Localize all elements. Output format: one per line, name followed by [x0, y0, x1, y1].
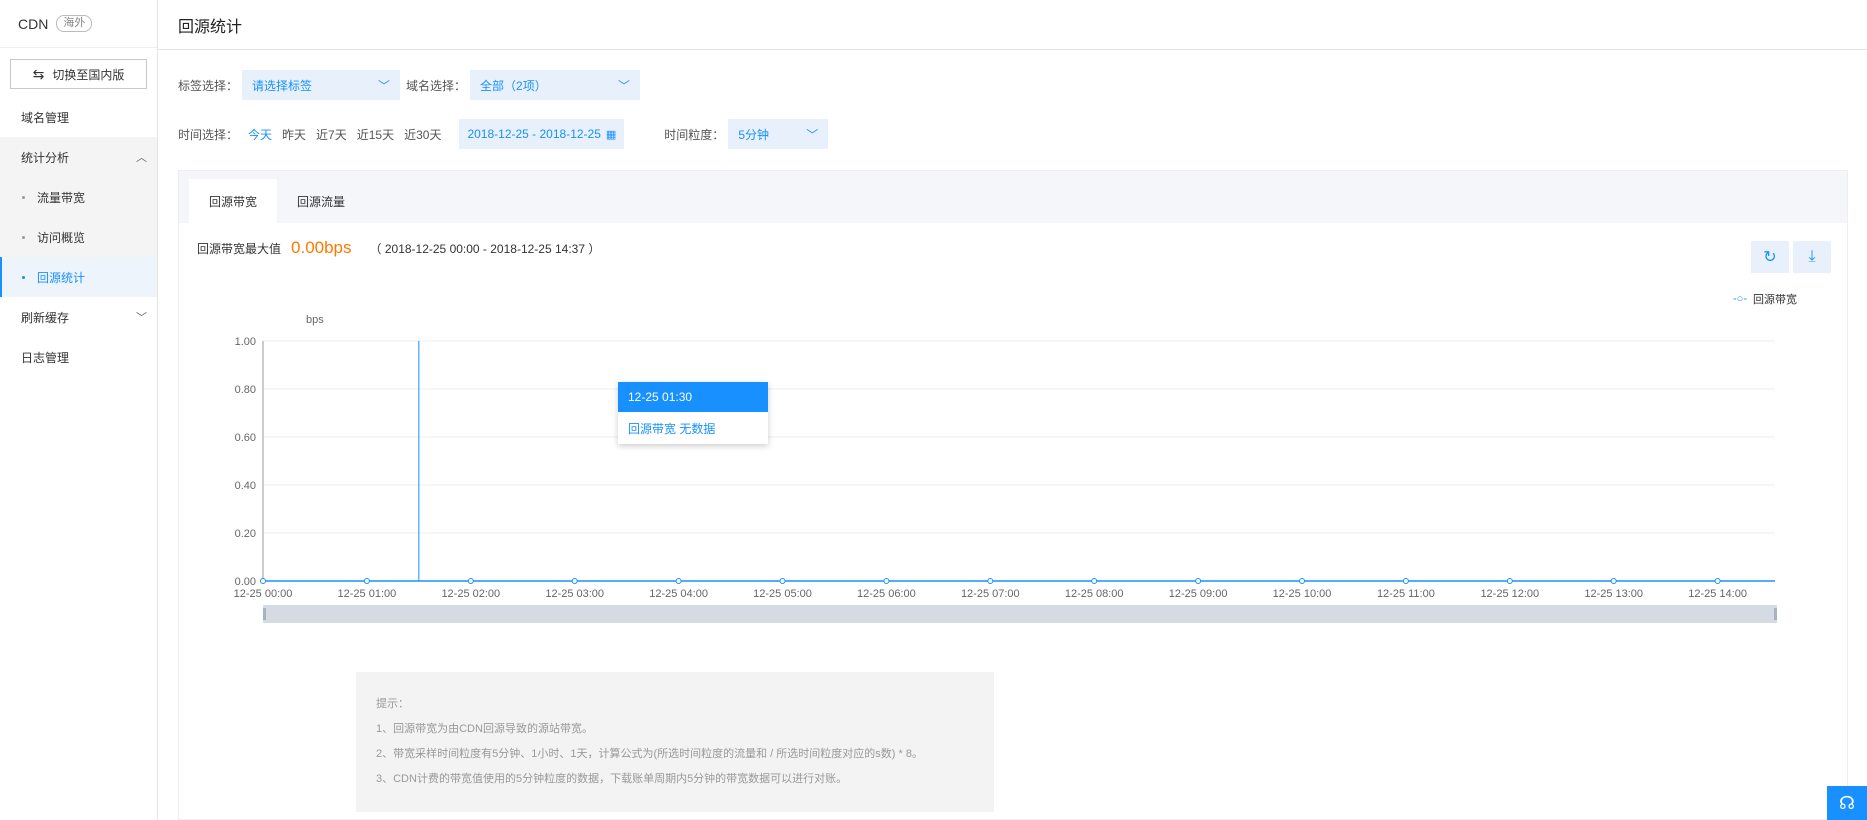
- x-tick-label: 12-25 14:00: [1688, 588, 1747, 600]
- x-tick-label: 12-25 03:00: [545, 588, 604, 600]
- chevron-down-icon: ﹀: [136, 312, 147, 324]
- sidebar-item-access-overview[interactable]: 访问概览: [0, 217, 157, 257]
- sidebar-item-statistics[interactable]: 统计分析 ︿: [0, 137, 157, 177]
- y-tick-label: 0.00: [235, 576, 256, 588]
- sidebar-item-traffic-bandwidth[interactable]: 流量带宽: [0, 177, 157, 217]
- sidebar: CDN 海外 ⇆ 切换至国内版 域名管理 统计分析 ︿ 流量带宽 访问概览 回源…: [0, 0, 158, 820]
- x-tick-label: 12-25 01:00: [338, 588, 397, 600]
- sidebar-item-refresh-cache[interactable]: 刷新缓存 ﹀: [0, 297, 157, 337]
- tips-line: 1、回源带宽为由CDN回源导致的源站带宽。: [376, 723, 593, 735]
- tips-line: 3、CDN计费的带宽值使用的5分钟粒度的数据，下载账单周期内5分钟的带宽数据可以…: [376, 773, 848, 785]
- data-point: [987, 578, 994, 584]
- y-tick-label: 0.40: [235, 480, 256, 492]
- x-tick-label: 12-25 11:00: [1377, 588, 1435, 600]
- range-slider-handle-left: [263, 608, 266, 620]
- tooltip-text: 回源带宽 无数据: [628, 421, 716, 436]
- x-tick-label: 12-25 02:00: [441, 588, 500, 600]
- data-point: [1506, 578, 1513, 584]
- brand: CDN 海外: [0, 0, 157, 48]
- data-point: [779, 578, 786, 584]
- sidebar-item-label: 域名管理: [21, 110, 70, 125]
- tips-box: 提示： 1、回源带宽为由CDN回源导致的源站带宽。 2、带宽采样时间粒度有5分钟…: [356, 672, 994, 812]
- sidebar-item-label: 回源统计: [37, 270, 86, 285]
- bullet-icon: [22, 235, 25, 239]
- data-point: [571, 578, 578, 584]
- data-point: [260, 578, 266, 584]
- data-point: [1091, 578, 1098, 584]
- switch-region-button[interactable]: ⇆ 切换至国内版: [10, 59, 147, 89]
- bullet-icon: [22, 275, 25, 279]
- sidebar-group-statistics: 统计分析 ︿ 流量带宽 访问概览 回源统计: [0, 137, 157, 297]
- tips-title: 提示：: [376, 698, 409, 710]
- data-point: [675, 578, 682, 584]
- chevron-up-icon: ︿: [136, 152, 147, 164]
- sidebar-item-label: 访问概览: [37, 230, 86, 245]
- sidebar-item-label: 刷新缓存: [21, 310, 70, 325]
- x-tick-label: 12-25 10:00: [1273, 588, 1332, 600]
- data-point: [883, 578, 890, 584]
- region-tag: 海外: [56, 15, 93, 32]
- data-point: [1610, 578, 1617, 584]
- x-tick-label: 12-25 09:00: [1169, 588, 1228, 600]
- x-tick-label: 12-25 08:00: [1065, 588, 1124, 600]
- sidebar-item-origin-stats[interactable]: 回源统计: [0, 257, 157, 297]
- bullet-icon: [22, 195, 25, 199]
- x-tick-label: 12-25 04:00: [649, 588, 708, 600]
- bandwidth-chart: bps 1.00 0.80 0.60 0.40 0.20 0.0012-25 00:00 12…: [234, 314, 1777, 623]
- x-tick-label: 12-25 05:00: [753, 588, 812, 600]
- y-tick-label: 0.20: [235, 528, 256, 540]
- help-button[interactable]: ☊: [1827, 786, 1867, 820]
- x-tick-label: 12-25 13:00: [1584, 588, 1643, 600]
- sidebar-item-domain-management[interactable]: 域名管理: [0, 97, 157, 137]
- sidebar-item-label: 日志管理: [21, 350, 70, 365]
- sidebar-item-label: 流量带宽: [37, 190, 86, 205]
- data-point: [363, 578, 370, 584]
- data-point: [1195, 578, 1202, 584]
- switch-arrows-icon: ⇆: [32, 65, 45, 82]
- x-tick-label: 12-25 06:00: [857, 588, 916, 600]
- y-tick-label: 1.00: [235, 336, 256, 348]
- product-name: CDN: [18, 15, 49, 32]
- data-point: [1299, 578, 1305, 584]
- data-point: [1402, 578, 1409, 584]
- range-slider-handle-right: [1774, 608, 1777, 620]
- sidebar-item-label: 统计分析: [21, 150, 70, 165]
- tooltip-time: 12-25 01:30: [618, 382, 768, 412]
- y-tick-label: 0.80: [235, 384, 256, 396]
- sidebar-item-log-management[interactable]: 日志管理: [0, 337, 157, 377]
- switch-region-label: 切换至国内版: [52, 67, 125, 82]
- main-content: 回源统计 标签选择： 请选择标签 ﹀ 域名选择： 全部（2项） ﹀ 时间选择： …: [158, 0, 1867, 820]
- x-tick-label: 12-25 07:00: [961, 588, 1020, 600]
- chart-tooltip: 12-25 01:30 回源带宽 无数据: [618, 382, 768, 444]
- data-point: [467, 578, 474, 584]
- y-tick-label: 0.60: [235, 432, 256, 444]
- data-point: [1714, 578, 1721, 584]
- headset-icon: ☊: [1839, 792, 1855, 813]
- x-tick-label: 12-25 00:00: [234, 588, 293, 600]
- x-tick-label: 12-25 12:00: [1480, 588, 1539, 600]
- tips-line: 2、带宽采样时间粒度有5分钟、1小时、1天，计算公式为(所选时间粒度的流量和 /…: [376, 748, 923, 760]
- y-axis-label: bps: [306, 314, 324, 326]
- range-slider-track: [263, 605, 1777, 623]
